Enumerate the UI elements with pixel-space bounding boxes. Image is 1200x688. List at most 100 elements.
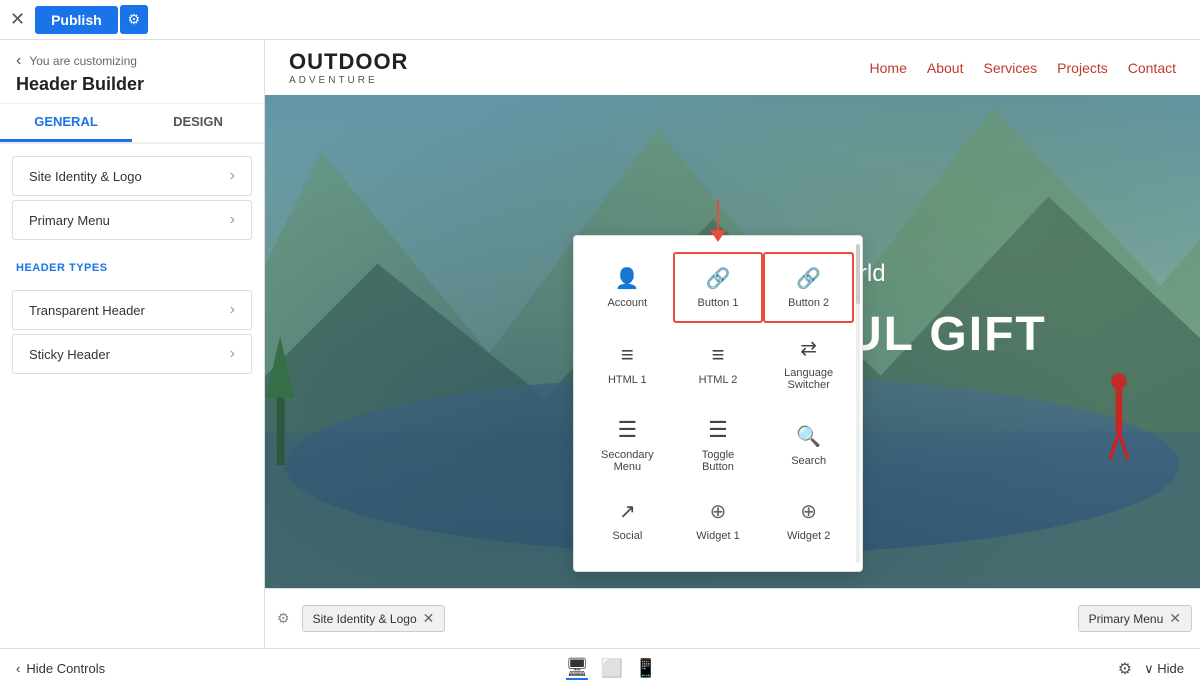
hide-button[interactable]: ∨ Hide [1144, 661, 1184, 677]
chip-site-identity-label: Site Identity & Logo [313, 612, 417, 626]
nav-services[interactable]: Services [983, 60, 1037, 76]
nav-contact[interactable]: Contact [1128, 60, 1176, 76]
lang-switcher-icon: ⇄ [800, 336, 817, 361]
popup-item-label: Search [791, 455, 826, 467]
chip-primary-menu-close[interactable]: ✕ [1169, 610, 1181, 627]
nav-about[interactable]: About [927, 60, 964, 76]
sidebar: ‹ You are customizing Header Builder GEN… [0, 40, 265, 648]
button1-icon: 🔗 [706, 266, 731, 291]
preview-area: OUTDOOR ADVENTURE Home About Services Pr… [265, 40, 1200, 648]
close-button[interactable]: ✕ [10, 9, 25, 30]
sidebar-item-label: Transparent Header [29, 303, 145, 318]
device-icons: 🖥 ⬜ 📱 [566, 657, 658, 680]
popup-item-social[interactable]: ↗ Social [582, 486, 673, 555]
toggle-button-icon: ☰ [708, 417, 728, 443]
sidebar-item-label: Sticky Header [29, 347, 110, 362]
header-types-title: HEADER TYPES [0, 252, 264, 278]
nav-home[interactable]: Home [870, 60, 907, 76]
popup-item-toggle-button[interactable]: ☰ Toggle Button [673, 404, 764, 486]
popup-item-label: Toggle Button [702, 449, 734, 473]
popup-item-label: Button 2 [788, 297, 829, 309]
sidebar-item-transparent-header[interactable]: Transparent Header › [12, 290, 252, 330]
chevron-right-icon: › [230, 167, 235, 185]
popup-item-label: Language Switcher [784, 367, 833, 391]
bottom-right-controls: ⚙ ∨ Hide [1118, 659, 1184, 679]
site-header-preview: OUTDOOR ADVENTURE Home About Services Pr… [265, 40, 1200, 95]
sidebar-tabs: GENERAL DESIGN [0, 104, 264, 144]
popup-item-label: HTML 1 [608, 374, 647, 386]
arrow-head [710, 230, 726, 242]
search-icon: 🔍 [796, 424, 821, 449]
chevron-right-icon: › [230, 301, 235, 319]
element-picker-popup: 👤 Account 🔗 Button 1 🔗 Button 2 ≡ HTML 1 [573, 235, 863, 572]
popup-item-widget2[interactable]: ⊕ Widget 2 [763, 486, 854, 555]
main-content: ‹ You are customizing Header Builder GEN… [0, 40, 1200, 648]
customizing-label: You are customizing [29, 54, 137, 68]
sidebar-item-primary-menu[interactable]: Primary Menu › [12, 200, 252, 240]
popup-item-search[interactable]: 🔍 Search [763, 404, 854, 486]
bottom-left-controls: ‹ Hide Controls [16, 661, 105, 676]
widget1-icon: ⊕ [710, 499, 727, 524]
builder-title: Header Builder [16, 74, 248, 95]
chip-primary-menu: Primary Menu ✕ [1078, 605, 1192, 632]
html1-icon: ≡ [621, 342, 634, 368]
popup-item-label: Button 1 [698, 297, 739, 309]
chevron-down-icon: ∨ [1144, 661, 1154, 676]
popup-item-html2[interactable]: ≡ HTML 2 [673, 323, 764, 404]
top-bar: ✕ Publish ⚙ [0, 0, 1200, 40]
chevron-right-icon: › [230, 345, 235, 363]
account-icon: 👤 [615, 266, 640, 291]
builder-row: ⚙ Site Identity & Logo ✕ Primary Menu ✕ [265, 605, 1200, 632]
button2-icon: 🔗 [796, 266, 821, 291]
mobile-view-button[interactable]: 📱 [635, 657, 657, 680]
chip-site-identity: Site Identity & Logo ✕ [302, 605, 446, 632]
sidebar-item-label: Primary Menu [29, 213, 110, 228]
chip-site-identity-close[interactable]: ✕ [423, 610, 435, 627]
secondary-menu-icon: ☰ [617, 417, 637, 443]
social-icon: ↗ [619, 499, 636, 524]
sidebar-item-sticky-header[interactable]: Sticky Header › [12, 334, 252, 374]
popup-item-label: Widget 2 [787, 530, 830, 542]
sidebar-item-site-identity[interactable]: Site Identity & Logo › [12, 156, 252, 196]
nav-projects[interactable]: Projects [1057, 60, 1108, 76]
popup-item-label: Social [612, 530, 642, 542]
popup-item-label: HTML 2 [699, 374, 738, 386]
sidebar-item-label: Site Identity & Logo [29, 169, 142, 184]
popup-item-secondary-menu[interactable]: ☰ Secondary Menu [582, 404, 673, 486]
sidebar-header-types-section: Transparent Header › Sticky Header › [0, 278, 264, 386]
tab-design[interactable]: DESIGN [132, 104, 264, 142]
tablet-view-button[interactable]: ⬜ [600, 657, 622, 680]
popup-item-label: Secondary Menu [601, 449, 654, 473]
site-nav: Home About Services Projects Contact [870, 60, 1176, 76]
tab-general[interactable]: GENERAL [0, 104, 132, 142]
popup-item-button2[interactable]: 🔗 Button 2 [763, 252, 854, 323]
logo-sub-name: ADVENTURE [289, 75, 408, 86]
hide-controls-button[interactable]: ‹ Hide Controls [16, 661, 105, 676]
popup-item-widget1[interactable]: ⊕ Widget 1 [673, 486, 764, 555]
popup-item-label: Widget 1 [696, 530, 739, 542]
popup-scroll-area[interactable]: 👤 Account 🔗 Button 1 🔗 Button 2 ≡ HTML 1 [574, 244, 862, 563]
widget2-icon: ⊕ [800, 499, 817, 524]
hide-label: Hide [1157, 661, 1184, 676]
bottom-controls: ‹ Hide Controls 🖥 ⬜ 📱 ⚙ ∨ Hide [0, 648, 1200, 688]
back-button[interactable]: ‹ [16, 52, 21, 70]
publish-settings-button[interactable]: ⚙ [120, 5, 149, 34]
desktop-view-button[interactable]: 🖥 [566, 657, 589, 680]
popup-item-language-switcher[interactable]: ⇄ Language Switcher [763, 323, 854, 404]
chevron-right-icon: › [230, 211, 235, 229]
popup-item-html1[interactable]: ≡ HTML 1 [582, 323, 673, 404]
popup-item-button1[interactable]: 🔗 Button 1 [673, 252, 764, 323]
sidebar-header: ‹ You are customizing Header Builder [0, 40, 264, 104]
logo-main-name: OUTDOOR [289, 49, 408, 75]
chip-primary-menu-label: Primary Menu [1089, 612, 1164, 626]
settings-gear-button[interactable]: ⚙ [1118, 659, 1132, 679]
publish-button[interactable]: Publish [35, 6, 118, 34]
sidebar-general-section: Site Identity & Logo › Primary Menu › [0, 144, 264, 252]
popup-item-label: Account [607, 297, 647, 309]
builder-bar: ⚙ Site Identity & Logo ✕ Primary Menu ✕ [265, 588, 1200, 648]
arrow-shaft [717, 200, 719, 230]
html2-icon: ≡ [712, 342, 725, 368]
popup-item-account[interactable]: 👤 Account [582, 252, 673, 323]
hide-controls-label: Hide Controls [26, 661, 105, 676]
builder-gear-icon[interactable]: ⚙ [273, 606, 294, 631]
